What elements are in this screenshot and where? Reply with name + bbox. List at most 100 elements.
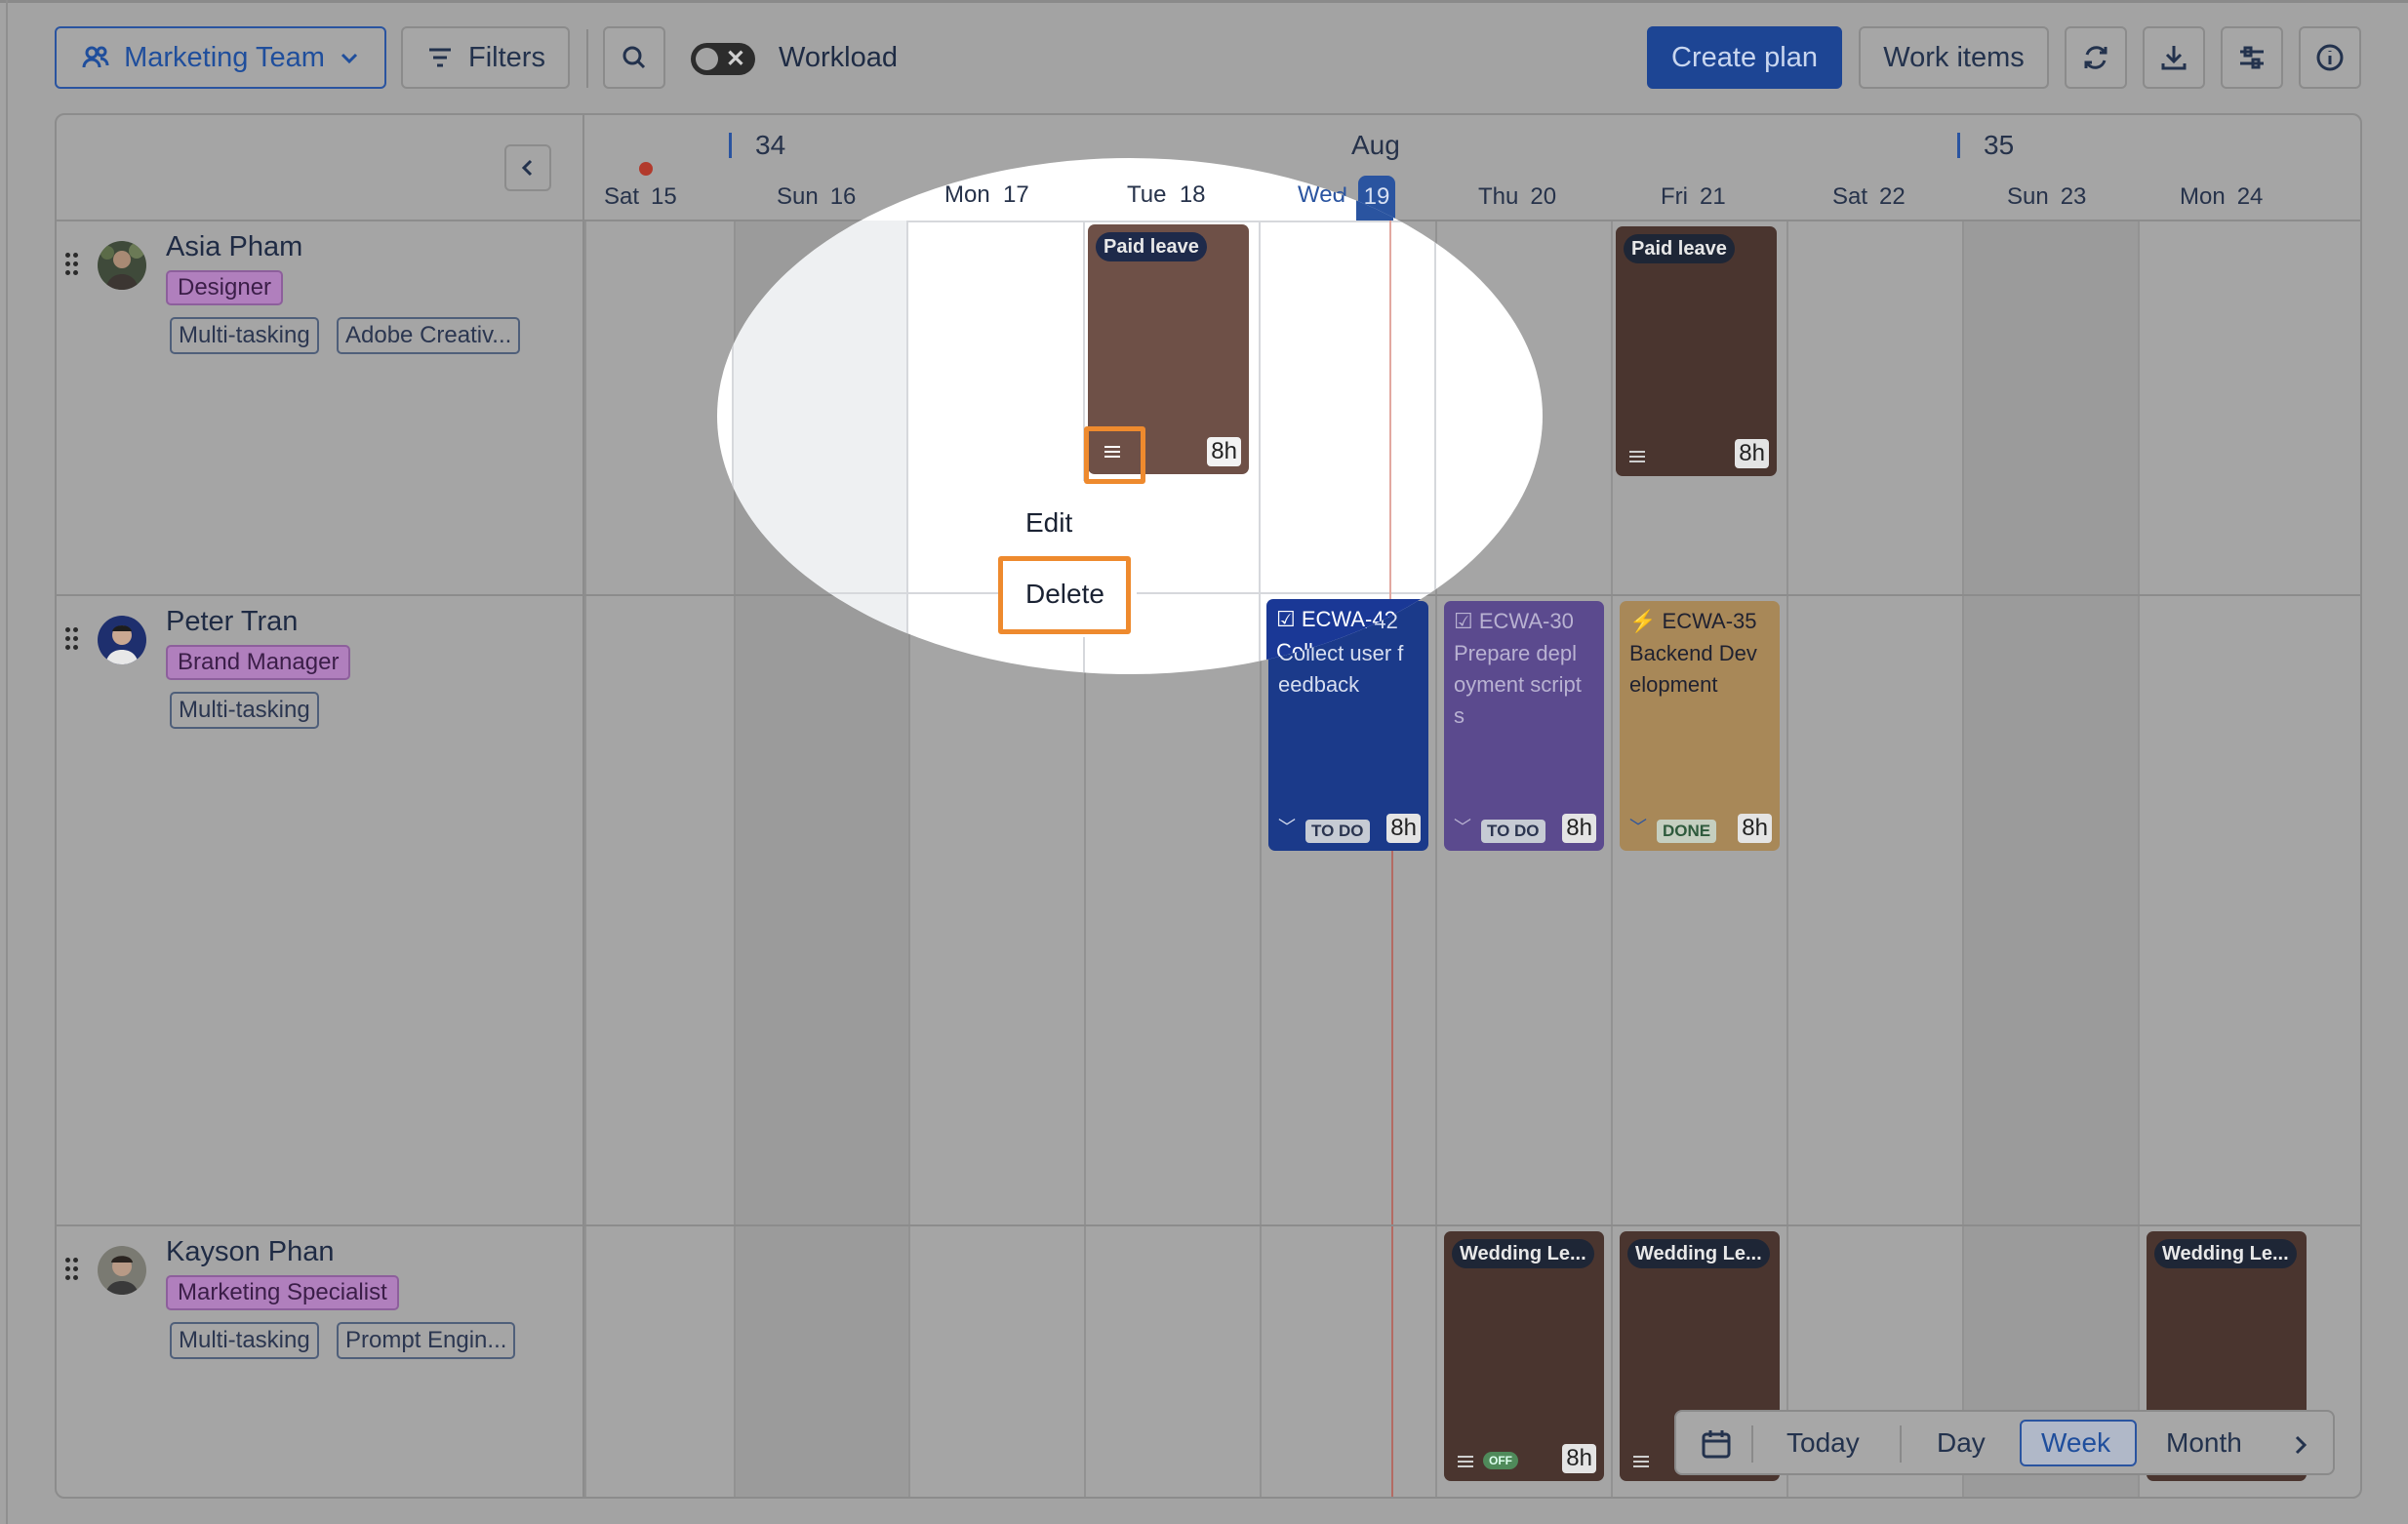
week-number: 34 xyxy=(729,132,785,159)
person-row-kayson-phan: Kayson Phan Marketing Specialist Multi-t… xyxy=(57,1226,582,1497)
skill-tag: Multi-tasking xyxy=(170,317,319,354)
info-icon xyxy=(2316,44,2344,71)
task-key: ☑ ECWA-42 xyxy=(1276,607,1396,631)
day-header-today: Wed xyxy=(1298,181,1345,208)
day-header: Tue 18 xyxy=(1127,181,1206,208)
hours-badge: 8h xyxy=(1207,437,1241,466)
workload-toggle[interactable]: ✕ xyxy=(691,43,755,75)
paid-leave-card[interactable]: Paid leave 8h xyxy=(1616,226,1777,476)
spot-grid-line xyxy=(1259,221,1261,674)
chevron-down-icon[interactable]: ﹀ xyxy=(1629,814,1647,839)
filters-button[interactable]: Filters xyxy=(401,26,570,89)
leave-type-label: Wedding Le... xyxy=(1627,1239,1770,1268)
filter-icon xyxy=(429,48,452,67)
users-icon xyxy=(82,46,109,68)
day-header: Mon 17 xyxy=(944,181,1029,208)
spot-weekend-column xyxy=(732,221,907,674)
view-switcher: Today Day Week Month xyxy=(1674,1410,2335,1475)
task-key: ☑ ECWA-30 xyxy=(1452,607,1543,631)
chevron-down-icon xyxy=(341,53,357,64)
team-selector-button[interactable]: Marketing Team xyxy=(55,26,386,89)
day-header: Mon 24 xyxy=(2180,183,2264,210)
avatar xyxy=(98,616,146,664)
leave-type-label: Paid leave xyxy=(1096,232,1207,261)
skill-tag: Adobe Creativ... xyxy=(337,317,521,354)
chevron-right-icon[interactable] xyxy=(2289,1433,2312,1457)
leave-type-label: Paid leave xyxy=(1624,234,1735,263)
task-card[interactable]: ⚡ ECWA-35 Backend Dev elopment ﹀ DONE 8h xyxy=(1620,601,1780,851)
card-menu-icon[interactable] xyxy=(1633,1454,1655,1469)
day-header: Fri 21 xyxy=(1661,183,1726,210)
day-column-sat-22 xyxy=(1786,221,1962,1497)
week-number: 35 xyxy=(1957,132,2014,159)
chevron-down-icon[interactable]: ﹀ xyxy=(1278,814,1296,839)
leave-type-label: Wedding Le... xyxy=(1452,1239,1594,1268)
card-menu-icon[interactable] xyxy=(1458,1454,1479,1469)
window-left-border xyxy=(6,0,8,1524)
avatar xyxy=(98,241,146,290)
download-button[interactable] xyxy=(2143,26,2205,89)
filters-label: Filters xyxy=(468,41,545,73)
off-badge: OFF xyxy=(1483,1452,1518,1469)
day-header: Sat 22 xyxy=(1832,183,1906,210)
card-menu-icon[interactable] xyxy=(1629,449,1651,464)
drag-handle-icon[interactable] xyxy=(65,627,81,651)
settings-sliders-icon xyxy=(2240,46,2264,69)
toggle-off-icon: ✕ xyxy=(725,46,745,72)
nav-divider xyxy=(1751,1425,1753,1463)
chevron-down-icon[interactable]: ﹀ xyxy=(1454,814,1471,839)
hours-badge: 8h xyxy=(1735,439,1769,468)
nav-divider xyxy=(1900,1425,1902,1463)
task-key: ⚡ ECWA-35 xyxy=(1629,609,1757,633)
search-icon xyxy=(622,46,646,69)
day-view-button[interactable]: Day xyxy=(1937,1427,1986,1459)
hours-badge: 8h xyxy=(1738,814,1772,843)
hours-badge: 8h xyxy=(1386,814,1421,843)
task-card[interactable]: ☑ ECWA-42 Collect user f eedback xyxy=(1266,599,1426,674)
info-button[interactable] xyxy=(2299,26,2361,89)
spot-grid-line xyxy=(906,221,908,674)
edit-menu-item[interactable]: Edit xyxy=(1025,507,1072,539)
collapse-sidebar-button[interactable] xyxy=(504,144,551,191)
toggle-knob xyxy=(696,48,718,70)
toolbar-divider xyxy=(586,29,588,88)
day-header: Sun 23 xyxy=(2007,183,2087,210)
task-card[interactable]: ☑ ECWA-30 Prepare depl oyment script s xyxy=(1442,599,1543,674)
workload-label: Workload xyxy=(779,42,898,73)
team-selector-label: Marketing Team xyxy=(124,41,325,73)
hours-badge: 8h xyxy=(1562,1444,1596,1473)
status-badge: TO DO xyxy=(1481,820,1545,843)
avatar xyxy=(98,1246,146,1295)
spot-grid-line xyxy=(1434,221,1436,674)
window-top-border xyxy=(0,0,2408,3)
today-button[interactable]: Today xyxy=(1786,1427,1860,1459)
role-tag: Marketing Specialist xyxy=(166,1275,399,1310)
skill-tag: Multi-tasking xyxy=(170,1322,319,1359)
refresh-button[interactable] xyxy=(2065,26,2127,89)
day-column-sun-23 xyxy=(1962,221,2138,1497)
search-button[interactable] xyxy=(603,26,665,89)
wedding-leave-card[interactable]: Wedding Le... OFF 8h xyxy=(1444,1231,1604,1481)
role-tag: Brand Manager xyxy=(166,645,351,680)
create-plan-button[interactable]: Create plan xyxy=(1647,26,1842,89)
day-column-sat-15 xyxy=(584,221,734,1497)
drag-handle-icon[interactable] xyxy=(65,1258,81,1281)
person-row-asia-pham: Asia Pham Designer Multi-tasking Adobe C… xyxy=(57,221,582,594)
calendar-icon[interactable] xyxy=(1700,1427,1733,1461)
week-view-button[interactable]: Week xyxy=(2041,1427,2110,1459)
person-row-peter-tran: Peter Tran Brand Manager Multi-tasking xyxy=(57,596,582,1224)
month-view-button[interactable]: Month xyxy=(2166,1427,2242,1459)
work-items-button[interactable]: Work items xyxy=(1859,26,2049,89)
drag-handle-icon[interactable] xyxy=(65,253,81,276)
view-settings-button[interactable] xyxy=(2221,26,2283,89)
person-name: Peter Tran xyxy=(166,606,299,637)
status-badge: TO DO xyxy=(1305,820,1370,843)
sidebar-divider xyxy=(582,115,584,1497)
skill-tag: Prompt Engin... xyxy=(337,1322,516,1359)
app-page: Marketing Team Filters ✕ Workload Create… xyxy=(0,0,2408,1524)
hours-badge: 8h xyxy=(1562,814,1596,843)
today-date-badge: 19 xyxy=(1356,174,1393,221)
download-icon xyxy=(2161,46,2187,70)
skill-tag: Multi-tasking xyxy=(170,692,319,729)
highlight-box-menu-icon xyxy=(1084,426,1145,484)
